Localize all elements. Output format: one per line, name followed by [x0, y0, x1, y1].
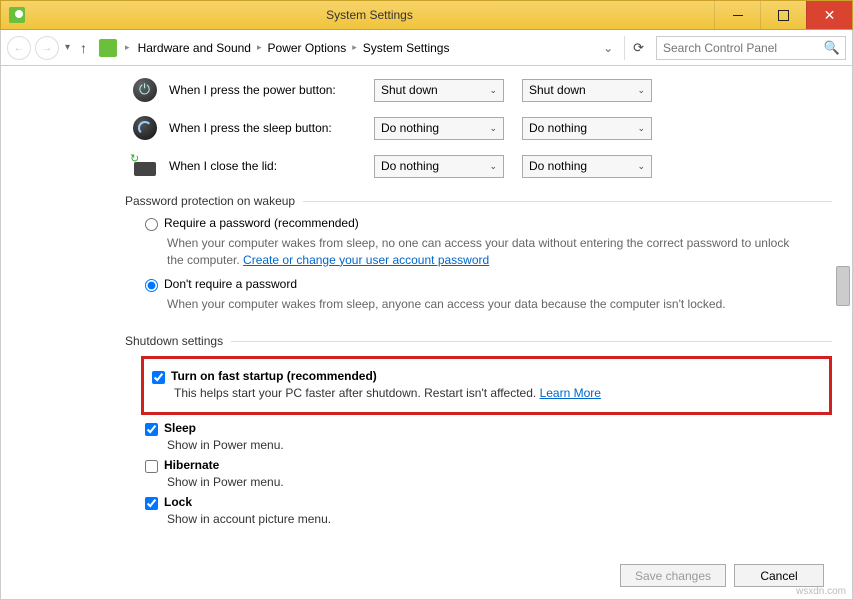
dont-require-password-input[interactable]	[145, 279, 158, 292]
dont-require-password-desc: When your computer wakes from sleep, any…	[167, 296, 797, 313]
lock-label: Lock	[164, 495, 192, 509]
fast-startup-checkbox[interactable]: Turn on fast startup (recommended)	[152, 369, 821, 384]
dropdown-value: Do nothing	[381, 121, 439, 135]
power-icon	[131, 76, 159, 104]
lid-row: When I close the lid: Do nothing ⌄ Do no…	[131, 152, 832, 180]
fast-startup-desc: This helps start your PC faster after sh…	[174, 386, 821, 400]
sleep-desc: Show in Power menu.	[167, 438, 832, 452]
app-icon	[9, 7, 25, 23]
breadcrumb-item[interactable]: Power Options	[264, 39, 351, 57]
window-title: System Settings	[25, 8, 714, 22]
breadcrumb-root-icon[interactable]	[99, 39, 117, 57]
sleep-input[interactable]	[145, 423, 158, 436]
lid-battery-select[interactable]: Do nothing ⌄	[374, 155, 504, 178]
shutdown-section-header: Shutdown settings	[125, 334, 832, 348]
require-password-desc: When your computer wakes from sleep, no …	[167, 235, 797, 269]
hibernate-input[interactable]	[145, 460, 158, 473]
search-icon[interactable]: 🔍	[824, 40, 840, 56]
lid-icon	[131, 152, 159, 180]
chevron-down-icon: ⌄	[489, 123, 497, 134]
lid-plugged-select[interactable]: Do nothing ⌄	[522, 155, 652, 178]
hibernate-checkbox[interactable]: Hibernate	[145, 458, 832, 473]
fast-startup-input[interactable]	[152, 371, 165, 384]
chevron-down-icon: ⌄	[637, 161, 645, 172]
back-button[interactable]: ←	[7, 36, 31, 60]
save-changes-button[interactable]: Save changes	[620, 564, 726, 587]
navbar: ← → ▾ ↑ ▸ Hardware and Sound ▸ Power Opt…	[0, 30, 853, 66]
chevron-right-icon: ▸	[257, 42, 262, 53]
content-area: When I press the power button: Shut down…	[0, 66, 853, 600]
dropdown-value: Do nothing	[529, 159, 587, 173]
dropdown-value: Shut down	[381, 83, 438, 97]
chevron-right-icon: ▸	[125, 42, 130, 53]
require-password-radio[interactable]: Require a password (recommended)	[145, 216, 832, 231]
chevron-down-icon: ⌄	[637, 85, 645, 96]
breadcrumb-item[interactable]: Hardware and Sound	[134, 39, 255, 57]
lock-input[interactable]	[145, 497, 158, 510]
lid-label: When I close the lid:	[169, 159, 364, 173]
breadcrumb-item[interactable]: System Settings	[359, 39, 454, 57]
change-password-link[interactable]: Create or change your user account passw…	[243, 253, 489, 267]
sleep-button-label: When I press the sleep button:	[169, 121, 364, 135]
hibernate-label: Hibernate	[164, 458, 219, 472]
password-section-header: Password protection on wakeup	[125, 194, 832, 208]
titlebar: System Settings ✕	[0, 0, 853, 30]
chevron-right-icon: ▸	[352, 42, 357, 53]
sleep-button-plugged-select[interactable]: Do nothing ⌄	[522, 117, 652, 140]
breadcrumb: Hardware and Sound ▸ Power Options ▸ Sys…	[134, 39, 617, 57]
require-password-label: Require a password (recommended)	[164, 216, 359, 230]
search-input[interactable]	[656, 36, 846, 60]
require-password-input[interactable]	[145, 218, 158, 231]
window-buttons: ✕	[714, 1, 852, 29]
power-button-row: When I press the power button: Shut down…	[131, 76, 832, 104]
footer-buttons: Save changes Cancel	[620, 564, 824, 587]
forward-button[interactable]: →	[35, 36, 59, 60]
scrollbar-thumb[interactable]	[836, 266, 850, 306]
sleep-checkbox[interactable]: Sleep	[145, 421, 832, 436]
up-button[interactable]: ↑	[76, 40, 91, 56]
sleep-label: Sleep	[164, 421, 196, 435]
maximize-button[interactable]	[760, 1, 806, 29]
minimize-button[interactable]	[714, 1, 760, 29]
history-chevron-icon[interactable]: ▾	[63, 42, 72, 53]
hibernate-desc: Show in Power menu.	[167, 475, 832, 489]
dropdown-value: Shut down	[529, 83, 586, 97]
chevron-down-icon[interactable]: ⌄	[600, 41, 616, 55]
fast-startup-highlight: Turn on fast startup (recommended) This …	[141, 356, 832, 415]
refresh-button[interactable]: ⟳	[624, 36, 652, 60]
power-button-plugged-select[interactable]: Shut down ⌄	[522, 79, 652, 102]
learn-more-link[interactable]: Learn More	[540, 386, 601, 400]
chevron-down-icon: ⌄	[489, 85, 497, 96]
cancel-button[interactable]: Cancel	[734, 564, 824, 587]
dropdown-value: Do nothing	[381, 159, 439, 173]
power-button-label: When I press the power button:	[169, 83, 364, 97]
chevron-down-icon: ⌄	[489, 161, 497, 172]
dont-require-password-radio[interactable]: Don't require a password	[145, 277, 832, 292]
fast-startup-label: Turn on fast startup (recommended)	[171, 369, 377, 383]
close-button[interactable]: ✕	[806, 1, 852, 29]
dont-require-password-label: Don't require a password	[164, 277, 297, 291]
search-wrap: 🔍	[656, 36, 846, 60]
lock-desc: Show in account picture menu.	[167, 512, 832, 526]
dropdown-value: Do nothing	[529, 121, 587, 135]
sleep-icon	[131, 114, 159, 142]
lock-checkbox[interactable]: Lock	[145, 495, 832, 510]
watermark: wsxdn.com	[796, 586, 846, 597]
power-button-battery-select[interactable]: Shut down ⌄	[374, 79, 504, 102]
chevron-down-icon: ⌄	[637, 123, 645, 134]
sleep-button-row: When I press the sleep button: Do nothin…	[131, 114, 832, 142]
sleep-button-battery-select[interactable]: Do nothing ⌄	[374, 117, 504, 140]
